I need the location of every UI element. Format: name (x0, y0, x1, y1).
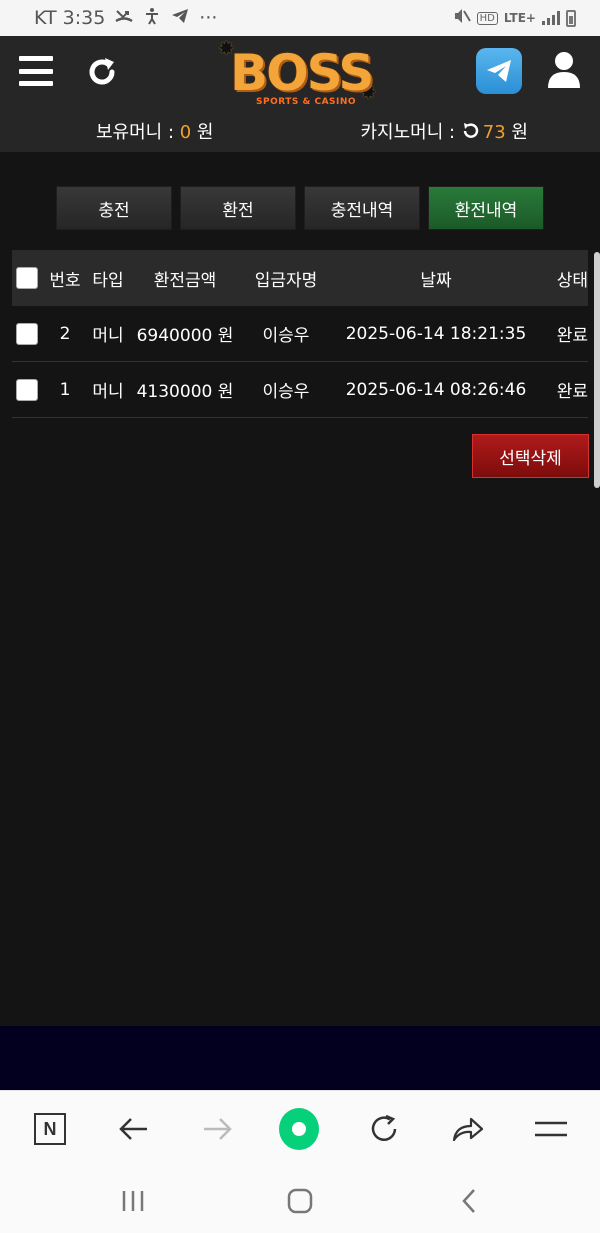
refresh-icon[interactable] (84, 54, 120, 90)
cell-name: 이승우 (262, 326, 310, 346)
share-icon[interactable] (448, 1109, 488, 1149)
status-time: KT 3:35 (34, 7, 106, 29)
boss-logo[interactable]: ✸ ✸ BOSS SPORTS & CASINO (218, 36, 384, 112)
naver-n-icon[interactable]: N (30, 1109, 70, 1149)
telegram-icon[interactable] (476, 48, 522, 94)
page-scrollbar[interactable] (594, 252, 600, 488)
table-row: 2 머니 6940000 원 이승우 2025-06-14 18:21:35 완… (12, 306, 588, 362)
cell-type: 머니 (92, 326, 124, 346)
hd-icon: HD (476, 11, 498, 25)
system-home-icon[interactable] (285, 1186, 315, 1216)
withdraw-history-table: 번호 타입 환전금액 입금자명 날짜 상태 2 머니 6940000 원 이승우… (12, 250, 588, 418)
money-row: 보유머니 : 0 원 카지노머니 : 73 원 (0, 114, 600, 144)
footer-bar (0, 1026, 600, 1090)
delete-selected-button[interactable]: 선택삭제 (472, 434, 589, 478)
row-checkbox[interactable] (16, 378, 38, 401)
signal-icon (542, 11, 560, 25)
more-notifications-icon: ··· (199, 7, 218, 29)
header-amount: 환전금액 (153, 270, 217, 291)
reload-icon[interactable] (364, 1109, 404, 1149)
lte-icon: LTE+ (503, 11, 536, 25)
tab-withdraw[interactable]: 환전 (180, 186, 296, 230)
user-profile-icon[interactable] (546, 50, 582, 90)
cell-status: 완료 (556, 326, 588, 346)
holding-money: 보유머니 : 0 원 (96, 122, 214, 143)
header-type: 타입 (92, 270, 124, 291)
cell-date: 2025-06-14 18:21:35 (345, 323, 527, 344)
cell-type: 머니 (92, 382, 124, 402)
cell-amount: 6940000 원 (136, 326, 234, 346)
holding-money-value: 0 (179, 122, 192, 143)
home-icon[interactable] (279, 1108, 319, 1150)
cell-no: 2 (59, 323, 71, 344)
table-row: 1 머니 4130000 원 이승우 2025-06-14 08:26:46 완… (12, 362, 588, 418)
header-name: 입금자명 (254, 270, 318, 291)
logo-subtitle: SPORTS & CASINO (256, 97, 357, 107)
casino-refresh-icon[interactable] (461, 122, 479, 145)
tab-deposit[interactable]: 충전 (56, 186, 172, 230)
table-header: 번호 타입 환전금액 입금자명 날짜 상태 (12, 250, 588, 306)
recent-apps-icon[interactable] (118, 1186, 148, 1216)
casino-money-value: 73 (482, 122, 506, 143)
system-back-icon[interactable] (454, 1186, 484, 1216)
mute-icon (453, 8, 471, 28)
select-all-checkbox[interactable] (16, 267, 38, 289)
accessibility-icon (143, 7, 161, 30)
header-date: 날짜 (420, 270, 452, 291)
cell-status: 완료 (556, 382, 588, 402)
browser-toolbar: N (0, 1090, 600, 1166)
browser-menu-icon[interactable] (531, 1109, 571, 1149)
site-header: ✸ ✸ BOSS SPORTS & CASINO 보유머니 : 0 원 카지노머… (0, 36, 600, 152)
cell-amount: 4130000 원 (136, 382, 234, 402)
menu-icon[interactable] (19, 56, 53, 86)
missed-call-icon (115, 7, 133, 30)
logo-text: BOSS (230, 44, 374, 102)
header-no: 번호 (49, 270, 81, 291)
cell-name: 이승우 (262, 382, 310, 402)
system-navigation-bar (0, 1166, 600, 1233)
tab-withdraw-history[interactable]: 환전내역 (428, 186, 544, 230)
status-bar: KT 3:35 ··· HD LTE+ (0, 0, 600, 36)
row-checkbox[interactable] (16, 322, 38, 345)
battery-icon (566, 9, 576, 27)
tab-deposit-history[interactable]: 충전내역 (304, 186, 420, 230)
back-arrow-icon[interactable] (114, 1109, 154, 1149)
header-status: 상태 (556, 270, 588, 291)
tab-bar: 충전 환전 충전내역 환전내역 (56, 186, 544, 230)
forward-arrow-icon[interactable] (197, 1109, 237, 1149)
cell-date: 2025-06-14 08:26:46 (345, 379, 527, 400)
cell-no: 1 (59, 379, 71, 400)
casino-money: 카지노머니 : 73 원 (360, 122, 528, 145)
telegram-notification-icon (171, 7, 189, 30)
